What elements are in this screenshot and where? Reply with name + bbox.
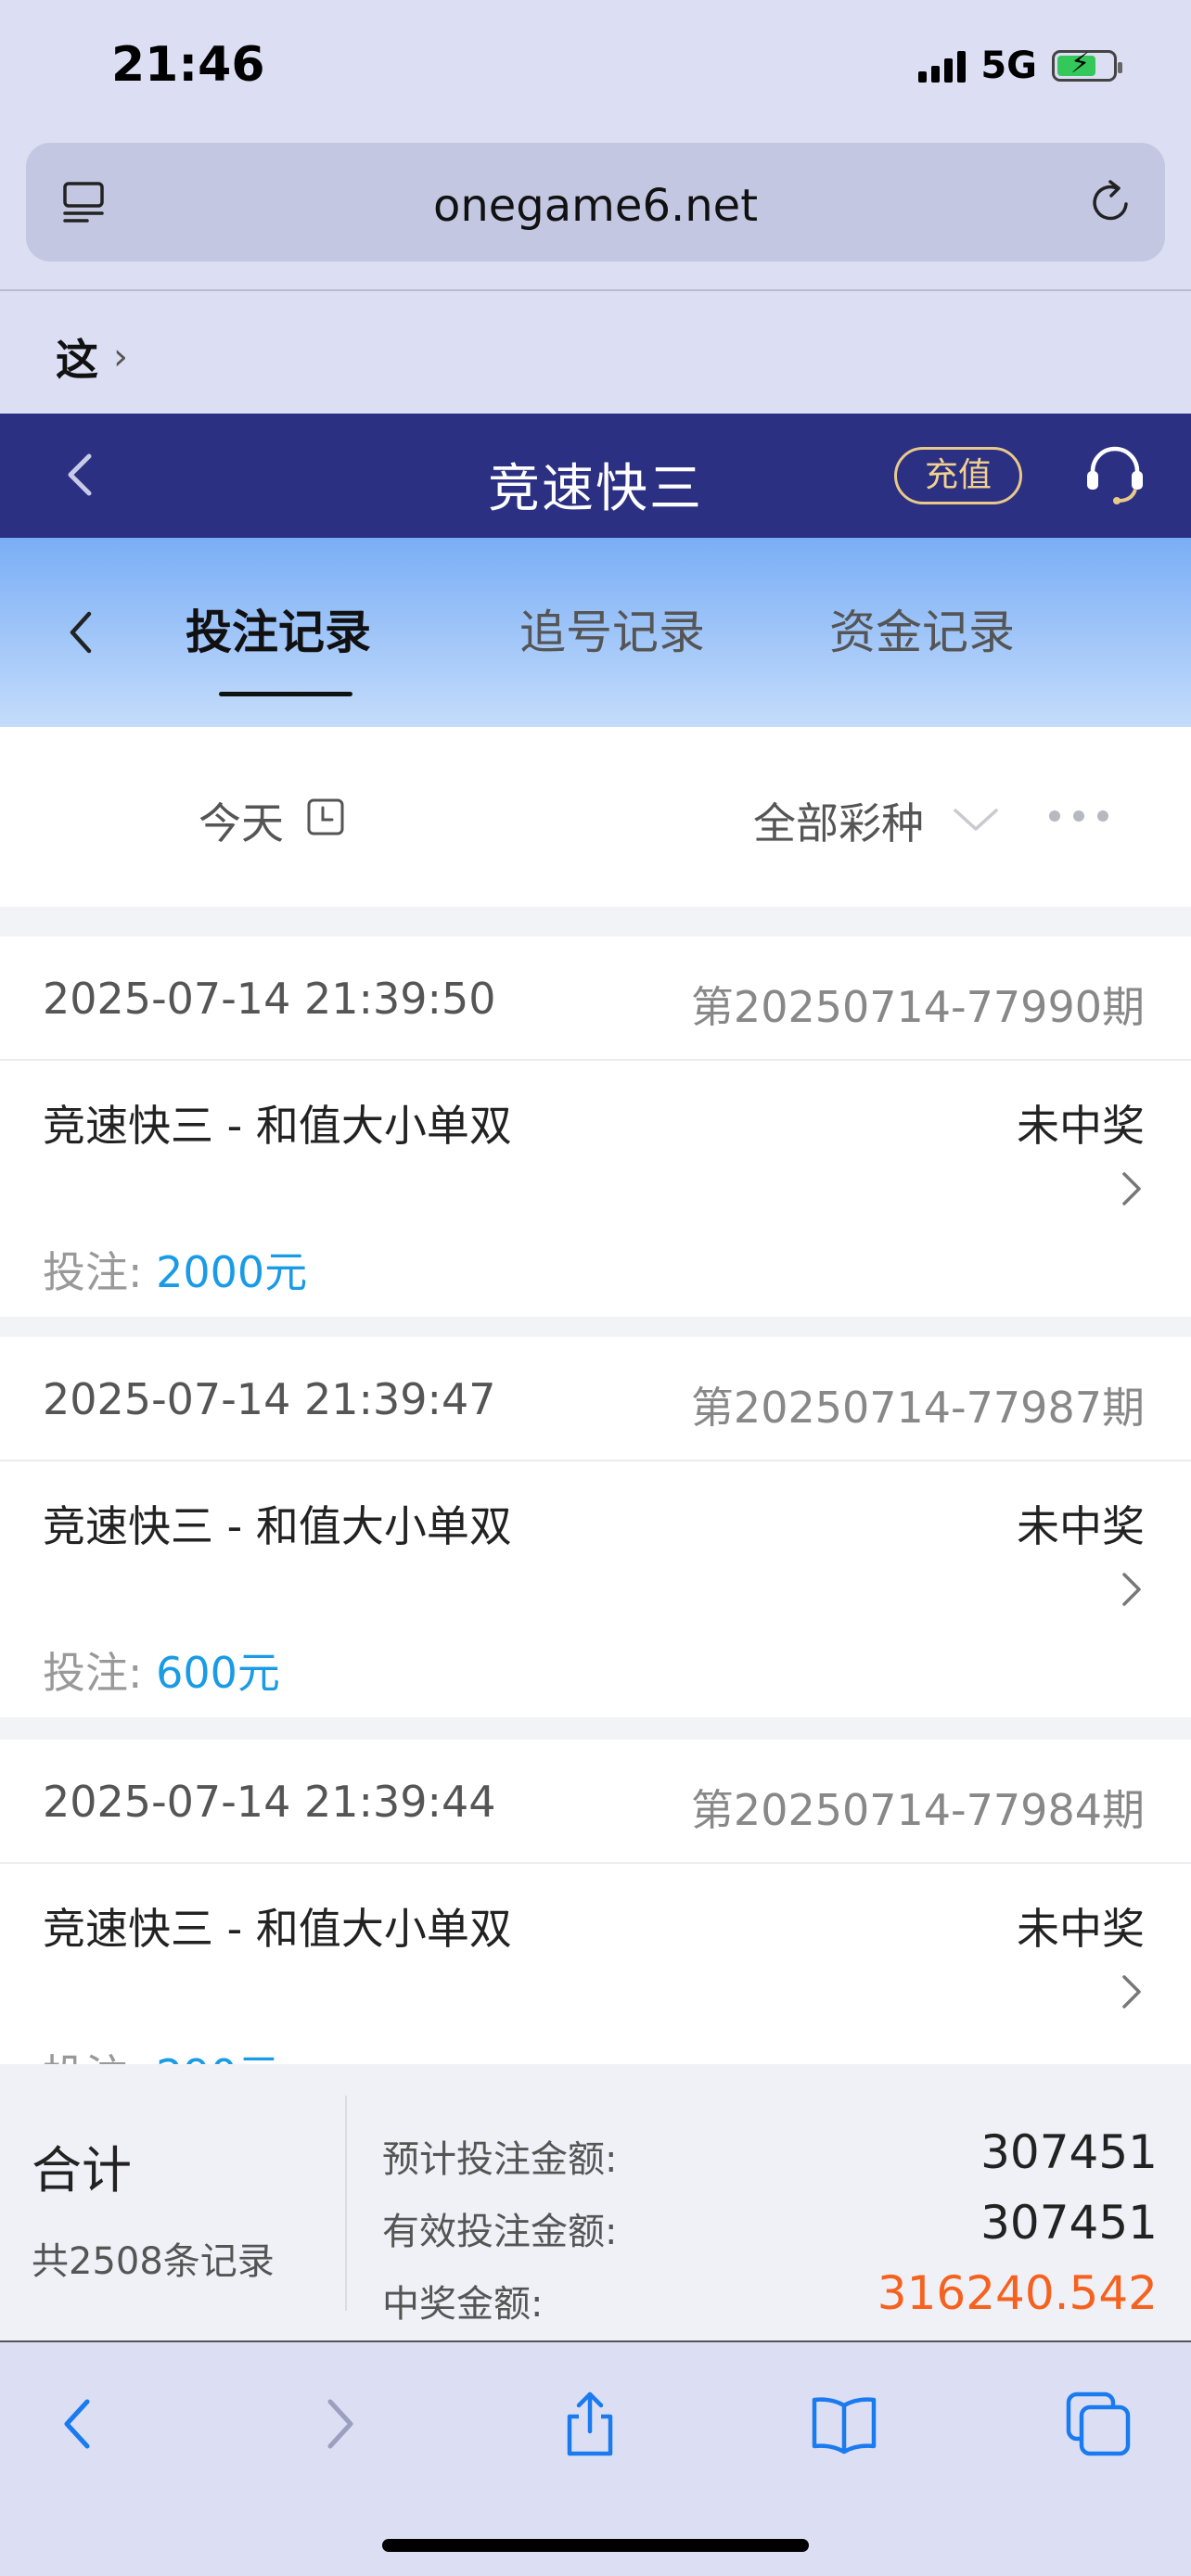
chevron-down-icon[interactable] [950, 805, 1002, 835]
bet-label: 投注: [43, 1247, 143, 1297]
tab-fund-records[interactable]: 资金记录 [829, 595, 1015, 662]
summary-panel: 合计 共2508条记录 预计投注金额: 307451 有效投注金额: 30745… [0, 2064, 1191, 2342]
record-header: 2025-07-14 21:39:47 第20250714-77987期 [0, 1337, 1191, 1461]
summary-divider [345, 2096, 347, 2311]
network-label: 5G [980, 45, 1037, 87]
win-amount-value: 316240.542 [877, 2266, 1158, 2320]
battery-icon: ⚡ [1052, 47, 1122, 82]
status-indicators: 5G ⚡ [918, 45, 1122, 87]
url-text[interactable]: onegame6.net [26, 180, 1165, 232]
record-issue: 第20250714-77987期 [690, 1383, 1145, 1433]
status-bar: 21:46 5G ⚡ [0, 0, 1191, 139]
signal-icon [918, 49, 967, 83]
expected-bet-label: 预计投注金额: [382, 2138, 618, 2181]
bet-amount: 600元 [156, 1648, 280, 1698]
address-bar[interactable]: onegame6.net [26, 143, 1165, 261]
tab-chase-records[interactable]: 追号记录 [519, 595, 705, 662]
divider [0, 907, 1191, 937]
more-icon[interactable] [1046, 807, 1111, 825]
tab-back-icon[interactable] [61, 606, 102, 658]
win-amount-label: 中奖金额: [382, 2283, 544, 2326]
tab-bet-records[interactable]: 投注记录 [186, 595, 371, 662]
home-indicator[interactable] [382, 2539, 809, 2552]
record-time: 2025-07-14 21:39:47 [43, 1374, 496, 1424]
bet-record-card[interactable]: 2025-07-14 21:39:50 第20250714-77990期 竞速快… [0, 937, 1191, 1317]
bet-record-card[interactable]: 2025-07-14 21:39:47 第20250714-77987期 竞速快… [0, 1337, 1191, 1717]
breadcrumb-label[interactable]: 这 [56, 326, 98, 388]
record-status: 未中奖 [1017, 1904, 1145, 1954]
clock-calendar-icon[interactable] [306, 797, 345, 836]
record-issue: 第20250714-77990期 [690, 982, 1145, 1032]
divider [0, 1717, 1191, 1740]
chevron-right-icon: › [113, 336, 128, 378]
app-header: 竞速快三 充值 [0, 414, 1191, 538]
valid-bet-value: 307451 [980, 2196, 1158, 2250]
record-status: 未中奖 [1017, 1501, 1145, 1551]
browser-toolbar [0, 2342, 1191, 2576]
chevron-right-icon[interactable] [1119, 1168, 1145, 1209]
record-bet: 投注: 600元 [43, 1639, 280, 1701]
share-icon[interactable] [555, 2389, 625, 2459]
valid-bet-label: 有效投注金额: [382, 2211, 618, 2253]
record-tabs: 投注记录 追号记录 资金记录 [0, 538, 1191, 727]
chevron-right-icon[interactable] [1119, 1971, 1145, 2012]
bet-record-card[interactable]: 2025-07-14 21:39:44 第20250714-77984期 竞速快… [0, 1740, 1191, 2120]
record-status: 未中奖 [1017, 1101, 1145, 1151]
summary-title: 合计 [32, 2141, 132, 2200]
record-header: 2025-07-14 21:39:50 第20250714-77990期 [0, 937, 1191, 1061]
record-issue: 第20250714-77984期 [690, 1785, 1145, 1835]
record-time: 2025-07-14 21:39:44 [43, 1777, 496, 1827]
browser-back-icon[interactable] [45, 2389, 115, 2459]
record-game: 竞速快三 - 和值大小单双 [43, 1904, 512, 1954]
bet-label: 投注: [43, 1648, 143, 1698]
chevron-right-icon[interactable] [1119, 1569, 1145, 1610]
browser-forward-icon[interactable] [302, 2389, 373, 2459]
lottery-type-filter[interactable]: 全部彩种 [753, 790, 924, 851]
date-filter[interactable]: 今天 [198, 790, 284, 851]
status-time: 21:46 [111, 37, 265, 93]
record-time: 2025-07-14 21:39:50 [43, 974, 496, 1024]
tabs-icon[interactable] [1063, 2389, 1133, 2459]
expected-bet-value: 307451 [980, 2125, 1158, 2179]
recharge-button[interactable]: 充值 [894, 447, 1022, 504]
browser-address-area: onegame6.net [0, 139, 1191, 291]
record-game: 竞速快三 - 和值大小单双 [43, 1101, 512, 1151]
reload-icon[interactable] [1085, 176, 1137, 228]
breadcrumb[interactable]: 这 › [0, 291, 1191, 414]
record-game: 竞速快三 - 和值大小单双 [43, 1501, 512, 1551]
record-count: 共2508条记录 [32, 2240, 275, 2283]
divider [0, 1317, 1191, 1337]
bet-amount: 2000元 [156, 1247, 308, 1297]
record-bet: 投注: 2000元 [43, 1239, 307, 1300]
filter-bar: 今天 全部彩种 [0, 727, 1191, 907]
customer-service-icon[interactable] [1080, 440, 1150, 510]
active-tab-indicator [219, 692, 352, 696]
record-header: 2025-07-14 21:39:44 第20250714-77984期 [0, 1740, 1191, 1864]
bookmarks-icon[interactable] [809, 2389, 879, 2459]
